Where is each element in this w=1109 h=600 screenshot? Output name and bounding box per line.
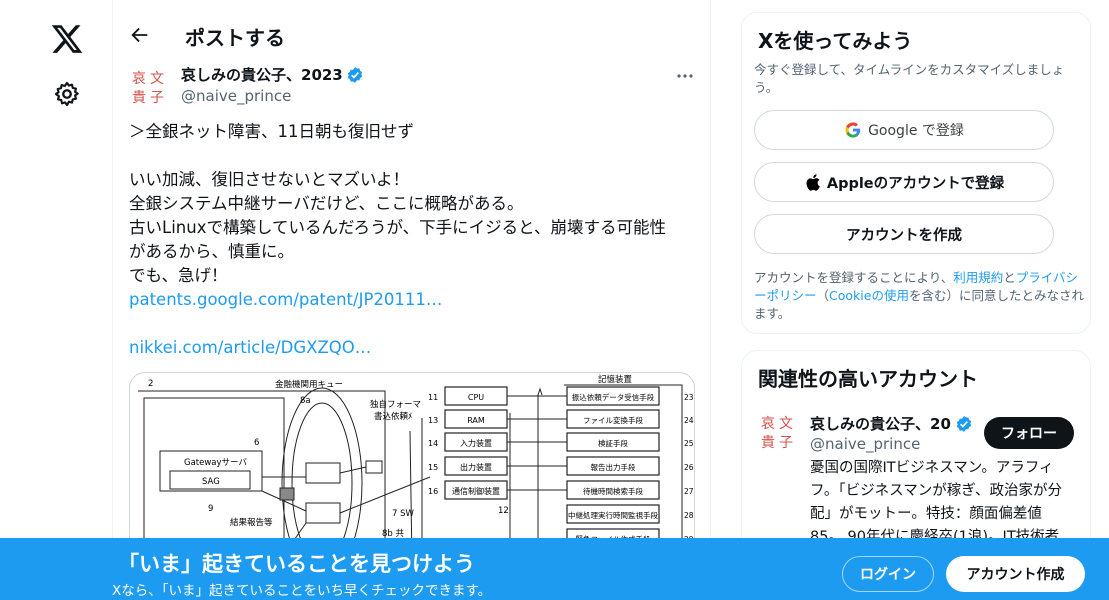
post-line: でも、急げ！: [129, 266, 228, 285]
arrow-left-icon[interactable]: [129, 24, 151, 46]
diagram-text: 独自フォーマ: [370, 399, 421, 410]
diagram-module-label: 通信制御装置: [452, 486, 500, 496]
svg-text:文: 文: [779, 416, 793, 432]
signup-banner: 「いま」起きていることを見つけよう Xなら、「いま」起きていることをいち早くチェ…: [0, 538, 1109, 600]
diagram-text: 書込依頼ﾒ: [374, 411, 412, 422]
diagram-step-number: 26: [684, 463, 694, 472]
apple-signup-button[interactable]: Appleのアカウントで登録: [754, 162, 1054, 202]
signup-title: Xを使ってみよう: [758, 29, 913, 53]
header-bar: ポストする: [113, 0, 710, 72]
diagram-text: 12: [498, 506, 509, 516]
diagram-step-label: 待機時間検索手段: [583, 486, 643, 496]
diagram-module-number: 11: [428, 393, 438, 402]
diagram-text: 記憶装置: [598, 374, 633, 385]
author-name[interactable]: 哀しみの貴公子、2023: [181, 64, 364, 85]
diagram-module-label: 出力装置: [460, 462, 492, 472]
related-account-name-text: 哀しみの貴公子、2023: [810, 415, 952, 433]
author-handle[interactable]: @naive_prince: [181, 87, 291, 105]
diagram-step-label: 報告出力手段: [591, 462, 636, 472]
patent-diagram-image[interactable]: 2 金融機関用キュー 8a 独自フォーマ 書込依頼ﾒ Gatewayサーバ 6 …: [129, 372, 695, 562]
terms-prefix: アカウントを登録することにより、: [754, 270, 954, 285]
svg-text:子: 子: [150, 90, 164, 106]
google-signup-button[interactable]: Google で登録: [754, 110, 1054, 150]
svg-text:哀: 哀: [761, 416, 775, 432]
signup-button[interactable]: アカウント作成: [946, 556, 1085, 592]
related-account-handle[interactable]: @naive_prince: [810, 435, 920, 453]
ellipsis-icon[interactable]: [675, 66, 695, 86]
diagram-module-number: 16: [428, 487, 438, 496]
related-account-bio: 憂国の国際ITビジネスマン。アラフィフ。「ビジネスマンが稼ぎ、政治家が分配」がモ…: [810, 460, 1063, 545]
terms-mid: （: [816, 288, 830, 303]
diagram-text: 8a: [300, 396, 311, 406]
related-account-name[interactable]: 哀しみの貴公子、2023: [810, 413, 973, 434]
diagram-step-number: 28: [684, 511, 694, 520]
diagram-step-number: 24: [684, 416, 694, 425]
svg-text:哀: 哀: [132, 71, 146, 87]
terms-text: アカウントを登録することにより、利用規約とプライバシーポリシー（Cookieの使…: [754, 269, 1084, 323]
diagram-text: 金融機関用キュー: [275, 379, 343, 390]
post-line: 古いLinuxで構築しているんだろうが、下手にイジると、崩壊する可能性: [129, 218, 666, 237]
svg-text:貴: 貴: [132, 90, 146, 106]
post-link[interactable]: patents.google.com/patent/JP20111…: [129, 288, 689, 312]
diagram-module-label: CPU: [468, 393, 484, 402]
apple-signup-label: Appleのアカウントで登録: [826, 175, 1005, 192]
diagram-module-number: 13: [428, 416, 438, 425]
right-sidebar: Xを使ってみよう 今すぐ登録して、タイムラインをカスタマイズしましょう。 Goo…: [741, 0, 1091, 600]
post-line: 全銀システム中継サーバだけど、ここに概略がある。: [129, 194, 524, 213]
google-signup-label: Google で登録: [868, 123, 964, 139]
svg-text:文: 文: [150, 71, 164, 87]
banner-title: 「いま」起きていることを見つけよう: [118, 552, 475, 576]
page-title: ポストする: [185, 26, 285, 50]
follow-button[interactable]: フォロー: [984, 417, 1074, 449]
post-link[interactable]: nikkei.com/article/DGXZQO…: [129, 336, 689, 360]
svg-text:子: 子: [779, 435, 793, 451]
avatar[interactable]: 哀 文 貴 子: [758, 411, 798, 451]
signup-subtitle: 今すぐ登録して、タイムラインをカスタマイズしましょう。: [754, 62, 1065, 95]
related-title: 関連性の高いアカウント: [758, 367, 978, 391]
diagram-text: Gatewayサーバ: [184, 458, 247, 468]
google-g-icon: [845, 122, 861, 138]
diagram-module-label: 入力装置: [460, 438, 492, 448]
post-text: ＞全銀ネット障害、11日朝も復旧せず いい加減、復旧させないとマズいよ！ 全銀シ…: [129, 120, 689, 360]
main-column: ポストする 哀 文 貴 子 哀しみの貴公子、2023 @naive_prince…: [112, 0, 711, 600]
diagram-module-number: 15: [428, 463, 438, 472]
cookie-link[interactable]: Cookieの使用: [829, 288, 909, 303]
diagram-module-label: RAM: [467, 416, 485, 425]
terms-link[interactable]: 利用規約: [953, 270, 1003, 285]
diagram-module-number: 14: [428, 439, 438, 448]
x-logo-icon[interactable]: [50, 22, 84, 56]
diagram-step-label: 振込依頼データ受信手段: [572, 392, 655, 402]
diagram-text: 2: [148, 379, 153, 389]
banner-subtitle: Xなら、「いま」起きていることをいち早くチェックできます。: [112, 583, 492, 599]
diagram-step-label: ファイル変換手段: [583, 415, 643, 425]
diagram-text: 7 SW: [392, 509, 415, 519]
diagram-text: 9: [208, 504, 213, 514]
svg-text:貴: 貴: [761, 435, 775, 451]
diagram-text: 結果報告等: [230, 517, 273, 528]
author-name-text: 哀しみの貴公子、2023: [181, 66, 343, 84]
post-line: があるから、慎重に。: [129, 242, 294, 261]
diagram-step-number: 27: [684, 487, 694, 496]
create-account-button[interactable]: アカウントを作成: [754, 214, 1054, 254]
diagram-step-label: 検証手段: [598, 438, 628, 448]
diagram-step-number: 25: [684, 439, 694, 448]
diagram-text: 6: [254, 438, 259, 448]
post-line: いい加減、復旧させないとマズいよ！: [129, 170, 410, 189]
left-nav: [0, 0, 112, 600]
post-line: ＞全銀ネット障害、11日朝も復旧せず: [129, 122, 414, 141]
terms-and: と: [1003, 270, 1016, 285]
diagram-text: SAG: [202, 477, 220, 487]
gear-icon[interactable]: [53, 80, 81, 108]
verified-badge-icon: [347, 66, 362, 83]
avatar[interactable]: 哀 文 貴 子: [129, 66, 169, 106]
verified-badge-icon: [956, 415, 972, 432]
diagram-step-number: 23: [684, 393, 694, 402]
apple-icon: [806, 173, 820, 191]
signup-card: Xを使ってみよう 今すぐ登録して、タイムラインをカスタマイズしましょう。 Goo…: [741, 12, 1091, 334]
login-button[interactable]: ログイン: [842, 556, 934, 592]
diagram-step-label: 中継処理実行時間監視手段: [568, 510, 658, 520]
